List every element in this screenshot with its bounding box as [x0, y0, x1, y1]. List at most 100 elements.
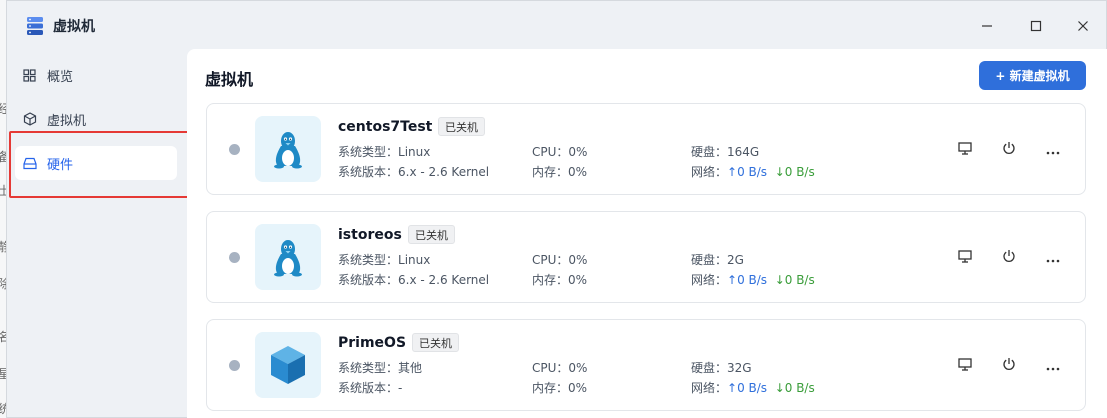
new-vm-button[interactable]: + 新建虚拟机: [979, 61, 1086, 90]
power-button[interactable]: [998, 354, 1020, 376]
cpu-value: 0%: [568, 145, 588, 159]
disk-label: 硬盘：: [691, 253, 728, 267]
grid-icon: [23, 68, 37, 82]
close-button[interactable]: [1069, 13, 1097, 39]
annotation-highlight-box: [9, 131, 195, 198]
more-options-button[interactable]: [1042, 138, 1064, 160]
mem-usage: 内存：0%: [532, 163, 587, 180]
page-title: 虚拟机: [205, 70, 254, 89]
os-type-value: Linux: [398, 253, 431, 267]
network-speed: 网络：↑0 B/s ↓0 B/s: [691, 271, 815, 288]
net-down-value: ↓0 B/s: [774, 273, 815, 287]
os-type-value: 其他: [398, 361, 423, 375]
network-speed: 网络：↑0 B/s ↓0 B/s: [691, 379, 815, 396]
disk-label: 硬盘：: [691, 145, 728, 159]
net-label: 网络：: [691, 273, 728, 287]
network-speed: 网络：↑0 B/s ↓0 B/s: [691, 163, 815, 180]
main-panel: 虚拟机 + 新建虚拟机 centos7Test 已关机 系统类型：Linux 系…: [187, 49, 1107, 418]
minimize-button[interactable]: [973, 13, 1001, 39]
more-options-button[interactable]: [1042, 246, 1064, 268]
status-badge: 已关机: [408, 225, 455, 244]
sidebar-item-overview[interactable]: 概览: [15, 58, 177, 92]
cpu-value: 0%: [568, 253, 588, 267]
net-label: 网络：: [691, 381, 728, 395]
power-icon: [1002, 140, 1016, 159]
disk-label: 硬盘：: [691, 361, 728, 375]
cpu-label: CPU：: [532, 145, 569, 159]
disk-value: 164G: [727, 145, 760, 159]
sidebar: 概览 虚拟机 硬件: [7, 49, 187, 418]
monitor-icon: [958, 248, 972, 267]
console-monitor-button[interactable]: [954, 138, 976, 160]
sidebar-item-label: 虚拟机: [47, 113, 87, 129]
cpu-label: CPU：: [532, 361, 569, 375]
box-3d-icon: [255, 332, 321, 398]
mem-value: 0%: [568, 273, 588, 287]
more-dots-icon: [1046, 248, 1060, 267]
title-bar[interactable]: 虚拟机: [7, 1, 1106, 49]
cpu-usage: CPU：0%: [532, 359, 587, 376]
net-up-value: ↑0 B/s: [727, 381, 768, 395]
mem-value: 0%: [568, 165, 588, 179]
os-version-value: 6.x - 2.6 Kernel: [398, 273, 490, 287]
mem-usage: 内存：0%: [532, 271, 587, 288]
os-version-label: 系统版本：: [338, 165, 399, 179]
os-type-label: 系统类型：: [338, 361, 399, 375]
os-type: 系统类型：其他: [338, 359, 422, 376]
os-type: 系统类型：Linux: [338, 251, 430, 268]
monitor-icon: [958, 356, 972, 375]
more-dots-icon: [1046, 140, 1060, 159]
maximize-button[interactable]: [1022, 13, 1050, 39]
net-down-value: ↓0 B/s: [774, 381, 815, 395]
console-monitor-button[interactable]: [954, 354, 976, 376]
mem-label: 内存：: [532, 273, 569, 287]
disk-size: 硬盘：2G: [691, 251, 744, 268]
net-up-value: ↑0 B/s: [727, 273, 768, 287]
status-badge: 已关机: [438, 117, 485, 136]
os-type-label: 系统类型：: [338, 253, 399, 267]
os-type-value: Linux: [398, 145, 431, 159]
cpu-usage: CPU：0%: [532, 251, 587, 268]
os-version-label: 系统版本：: [338, 273, 399, 287]
mem-usage: 内存：0%: [532, 379, 587, 396]
console-monitor-button[interactable]: [954, 246, 976, 268]
mem-label: 内存：: [532, 165, 569, 179]
app-server-icon: [25, 16, 45, 36]
os-version: 系统版本：6.x - 2.6 Kernel: [338, 163, 489, 180]
window-title: 虚拟机: [53, 19, 95, 35]
power-icon: [1002, 356, 1016, 375]
sidebar-item-label: 概览: [47, 69, 74, 85]
os-type-label: 系统类型：: [338, 145, 399, 159]
cpu-usage: CPU：0%: [532, 143, 587, 160]
os-version-value: -: [398, 381, 403, 395]
os-version-value: 6.x - 2.6 Kernel: [398, 165, 490, 179]
os-version: 系统版本：6.x - 2.6 Kernel: [338, 271, 489, 288]
disk-value: 32G: [727, 361, 752, 375]
net-up-value: ↑0 B/s: [727, 165, 768, 179]
vm-name: PrimeOS: [338, 335, 407, 351]
linux-tux-icon: [255, 116, 321, 182]
mem-label: 内存：: [532, 381, 569, 395]
power-button[interactable]: [998, 138, 1020, 160]
cube-icon: [23, 112, 37, 126]
status-dot: [229, 252, 240, 263]
vm-card[interactable]: istoreos 已关机 系统类型：Linux 系统版本：6.x - 2.6 K…: [206, 211, 1086, 303]
mem-value: 0%: [568, 381, 588, 395]
vm-card[interactable]: centos7Test 已关机 系统类型：Linux 系统版本：6.x - 2.…: [206, 103, 1086, 195]
os-version-label: 系统版本：: [338, 381, 399, 395]
vm-name: istoreos: [338, 227, 402, 243]
status-dot: [229, 144, 240, 155]
status-badge: 已关机: [412, 333, 459, 352]
net-label: 网络：: [691, 165, 728, 179]
os-type: 系统类型：Linux: [338, 143, 430, 160]
disk-value: 2G: [727, 253, 744, 267]
vm-card[interactable]: PrimeOS 已关机 系统类型：其他 系统版本：- CPU：0% 内存：0% …: [206, 319, 1086, 411]
more-options-button[interactable]: [1042, 354, 1064, 376]
disk-size: 硬盘：164G: [691, 143, 759, 160]
power-icon: [1002, 248, 1016, 267]
cpu-label: CPU：: [532, 253, 569, 267]
monitor-icon: [958, 140, 972, 159]
cpu-value: 0%: [568, 361, 588, 375]
power-button[interactable]: [998, 246, 1020, 268]
os-version: 系统版本：-: [338, 379, 402, 396]
